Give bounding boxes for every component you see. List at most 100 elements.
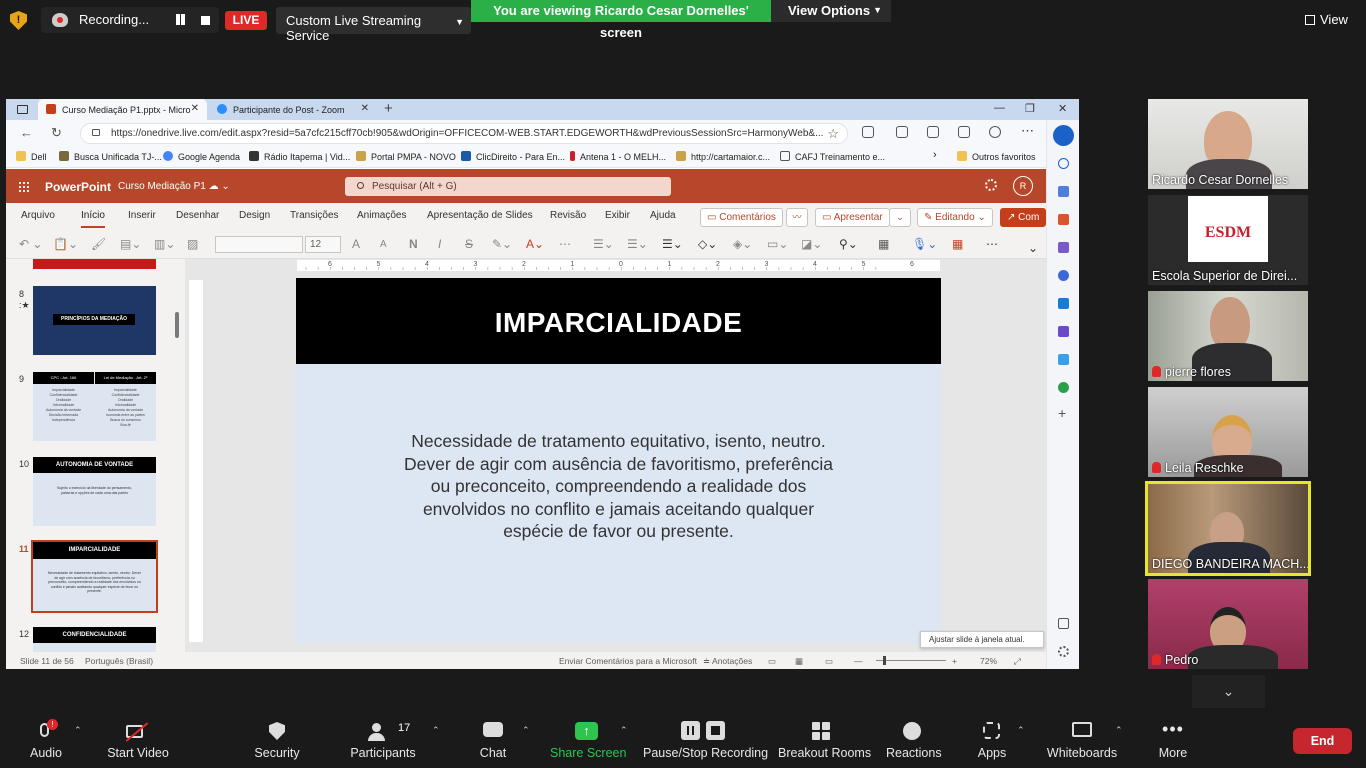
add-ins-icon[interactable]: ▦ [952, 237, 963, 251]
stop-recording-icon[interactable] [201, 16, 210, 25]
participants-options-caret[interactable]: ⌃ [432, 725, 440, 736]
tools-icon[interactable] [1058, 214, 1069, 225]
present-button[interactable]: ▭ Apresentar [815, 208, 890, 227]
scroll-participants-down[interactable]: ⌄ [1192, 675, 1265, 708]
zoom-slider-thumb[interactable] [883, 656, 886, 665]
chat-button[interactable]: Chat [474, 721, 512, 760]
catch-up-icon[interactable]: 〰 [786, 208, 808, 227]
settings-gear-icon[interactable] [985, 179, 997, 191]
new-slide-icon[interactable]: ▤⌄ [120, 237, 141, 251]
tab-desenhar[interactable]: Desenhar [176, 210, 219, 221]
share-button[interactable]: ↗ Com [1000, 208, 1047, 227]
font-size-select[interactable]: 12 [305, 236, 341, 253]
format-painter-icon[interactable]: 🖌 [91, 237, 106, 251]
live-stream-dropdown[interactable]: Custom Live Streaming Service ▼ [276, 7, 471, 43]
zoom-out-icon[interactable]: — [854, 656, 863, 666]
shapes-icon[interactable]: ◇⌄ [698, 237, 717, 251]
dictate-icon[interactable]: 🎙⌄ [912, 237, 937, 251]
italic-icon[interactable]: I [438, 237, 441, 251]
shape-fill-icon[interactable]: ◈⌄ [733, 237, 752, 251]
strikethrough-icon[interactable]: S [465, 237, 473, 251]
refresh-icon[interactable]: ↻ [51, 125, 62, 141]
bookmark-item[interactable]: ClicDireito - Para En... [461, 151, 565, 162]
sidebar-toggle-icon[interactable] [1058, 618, 1069, 629]
font-family-select[interactable] [215, 236, 303, 253]
bookmark-item[interactable]: Antena 1 - O MELH... [570, 151, 666, 162]
slide-thumbnail-8[interactable]: PRINCÍPIOS DA MEDIAÇÃO [33, 286, 156, 355]
apps-options-caret[interactable]: ⌃ [1017, 725, 1025, 736]
bookmark-item[interactable]: http://cartamaior.c... [676, 151, 770, 162]
maximize-icon[interactable]: ❐ [1025, 102, 1035, 115]
end-meeting-button[interactable]: End [1293, 728, 1352, 754]
search-input[interactable]: Pesquisar (Alt + G) [345, 177, 671, 196]
microsoft365-icon[interactable] [1058, 270, 1069, 281]
shape-outline-icon[interactable]: ▭⌄ [767, 237, 788, 251]
drop-icon[interactable] [1058, 354, 1069, 365]
participant-video[interactable]: Leila Reschke [1148, 387, 1308, 477]
zoom-level[interactable]: 72% [980, 656, 997, 666]
align-icon[interactable]: ☰⌄ [662, 237, 683, 251]
security-button[interactable]: Security [253, 721, 301, 760]
layout-icon[interactable]: ▥⌄ [154, 237, 175, 251]
close-icon[interactable]: ✕ [361, 103, 369, 114]
tab-revisao[interactable]: Revisão [550, 210, 586, 221]
tab-design[interactable]: Design [239, 210, 270, 221]
bullets-icon[interactable]: ☰⌄ [593, 237, 614, 251]
participant-video-active-speaker[interactable]: DIEGO BANDEIRA MACH... [1145, 481, 1311, 576]
slide-thumbnail-12[interactable]: CONFIDENCIALIDADE [33, 627, 156, 652]
editing-mode-button[interactable]: ✎ Editando ⌄ [917, 208, 993, 227]
more-button[interactable]: ••• More [1154, 720, 1192, 760]
thumbnail-scrollbar[interactable] [175, 312, 179, 338]
share-options-caret[interactable]: ⌃ [620, 725, 628, 736]
new-tab-icon[interactable]: + [384, 100, 393, 117]
back-arrow-icon[interactable]: ← [20, 125, 33, 140]
tab-animacoes[interactable]: Animações [357, 210, 406, 221]
avatar[interactable]: R [1013, 176, 1033, 196]
numbering-icon[interactable]: ☰⌄ [627, 237, 648, 251]
tab-inicio[interactable]: Início [81, 210, 105, 228]
url-field[interactable]: https://onedrive.live.com/edit.aspx?resi… [80, 123, 848, 144]
paste-icon[interactable]: 📋⌄ [53, 237, 78, 251]
extensions-icon[interactable] [862, 126, 874, 138]
undo-icon[interactable]: ↶ ⌄ [19, 237, 42, 251]
view-options-button[interactable]: View Options ▼ [771, 0, 891, 22]
image-icon[interactable]: ▨ [187, 237, 198, 251]
tree-icon[interactable] [1058, 382, 1069, 393]
slide-sorter-icon[interactable]: ▦ [795, 656, 803, 667]
close-window-icon[interactable]: ✕ [1058, 102, 1067, 115]
bookmark-item[interactable]: Dell [16, 151, 47, 162]
tab-arquivo[interactable]: Arquivo [21, 210, 55, 221]
favorite-star-icon[interactable]: ☆ [827, 126, 839, 142]
bookmark-item[interactable]: Busca Unificada TJ-... [59, 151, 162, 162]
reactions-button[interactable]: Reactions [886, 721, 942, 760]
shopping-icon[interactable] [1058, 186, 1069, 197]
designer-icon[interactable]: ▦ [878, 237, 889, 251]
search-icon[interactable] [1058, 158, 1069, 169]
designer-icon[interactable] [1058, 326, 1069, 337]
browser-essentials-icon[interactable] [958, 126, 970, 138]
slide-thumbnail-9[interactable]: CPC - Art. 166 Lei de Mediação - Art. 2º… [33, 372, 156, 441]
zoom-slider[interactable] [876, 660, 946, 661]
bing-copilot-icon[interactable] [1053, 125, 1074, 146]
security-shield-icon[interactable]: ! [10, 11, 27, 30]
view-layout-button[interactable]: View [1305, 12, 1348, 27]
profile-icon[interactable] [989, 126, 1001, 138]
tab-apresentacao[interactable]: Apresentação de Slides [427, 210, 533, 221]
participant-video[interactable]: Ricardo Cesar Dornelles [1148, 99, 1308, 189]
add-icon[interactable]: + [1058, 406, 1069, 420]
more-options-icon[interactable]: ⋯ [1021, 123, 1034, 139]
more-options-icon[interactable]: ⋯ [986, 237, 998, 251]
current-slide[interactable]: IMPARCIALIDADE Necessidade de tratamento… [296, 278, 941, 642]
slide-thumbnail-11-selected[interactable]: IMPARCIALIDADE Necessidade de tratamento… [31, 540, 158, 613]
chevron-down-icon[interactable]: ⌄ [889, 208, 911, 227]
apps-button[interactable]: Apps [976, 721, 1008, 760]
tab-inserir[interactable]: Inserir [128, 210, 156, 221]
find-icon[interactable]: ⚲⌄ [839, 237, 858, 251]
shrink-font-icon[interactable]: A [380, 239, 387, 250]
outlook-icon[interactable] [1058, 298, 1069, 309]
audio-button[interactable]: ! Audio [26, 719, 66, 760]
language-label[interactable]: Português (Brasil) [85, 656, 153, 666]
feedback-link[interactable]: Enviar Comentários para a Microsoft [559, 656, 697, 666]
font-color-icon[interactable]: A⌄ [526, 237, 544, 251]
document-name[interactable]: Curso Mediação P1 ☁ ⌄ [118, 181, 230, 192]
